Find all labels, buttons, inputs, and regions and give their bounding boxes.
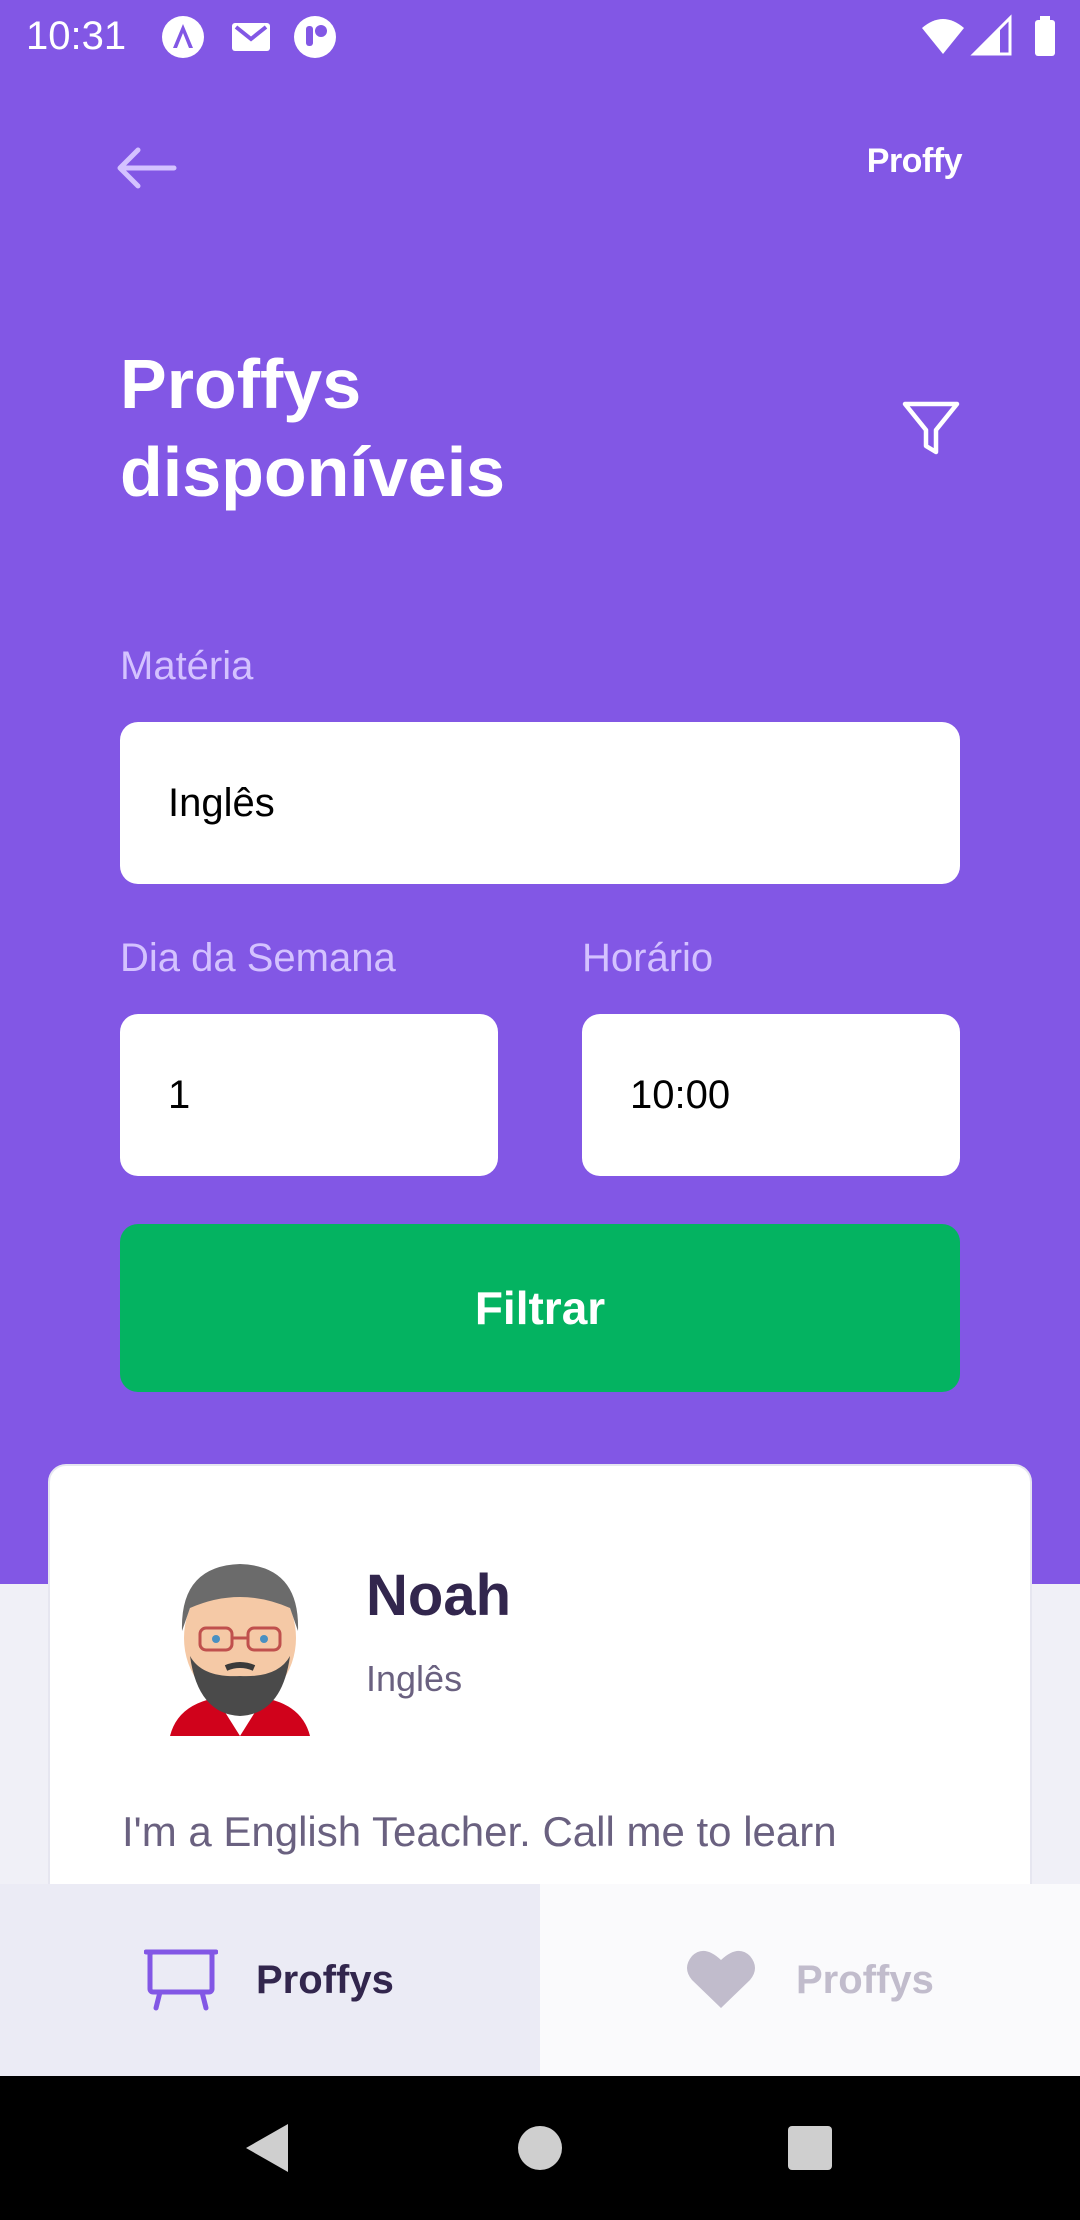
nav-recents-icon[interactable] xyxy=(774,2112,846,2184)
wifi-icon xyxy=(922,19,964,54)
teacher-subject: Inglês xyxy=(366,1658,463,1699)
heart-icon xyxy=(687,1950,755,2008)
easel-icon xyxy=(144,1949,218,2011)
tab-proffys-label: Proffys xyxy=(256,1958,394,2002)
filter-submit-button[interactable]: Filtrar xyxy=(120,1224,960,1392)
filter-icon[interactable] xyxy=(900,398,962,460)
nav-back-icon[interactable] xyxy=(232,2112,304,2184)
tab-proffys[interactable]: Proffys xyxy=(0,1884,540,2076)
page-title-line1: Proffys xyxy=(120,345,362,423)
back-button[interactable] xyxy=(112,138,182,198)
weekday-label: Dia da Semana xyxy=(120,936,396,980)
status-time: 10:31 xyxy=(26,14,127,58)
system-nav-bar xyxy=(0,2076,1080,2220)
subject-label: Matéria xyxy=(120,644,254,688)
teacher-bio: I'm a English Teacher. Call me to learn xyxy=(122,1808,837,1855)
teacher-name: Noah xyxy=(366,1563,511,1628)
tab-favorites[interactable]: Proffys xyxy=(540,1884,1080,2076)
avatar xyxy=(170,1564,310,1736)
subject-input[interactable] xyxy=(120,722,960,884)
signal-icon xyxy=(970,14,1012,56)
tab-bar: Proffys Proffys xyxy=(0,1884,1080,2076)
screen: 10:31 Proffy Proffys disponíveis Matéria… xyxy=(0,0,1080,2220)
time-input[interactable] xyxy=(582,1014,960,1176)
status-bar: 10:31 xyxy=(0,0,1080,72)
tab-favorites-label: Proffys xyxy=(796,1958,934,2002)
nav-home-icon[interactable] xyxy=(504,2112,576,2184)
brand-logo: Proffy xyxy=(866,142,963,180)
page-title: Proffys disponíveis xyxy=(120,340,760,516)
gmail-icon xyxy=(232,23,270,51)
page-title-line2: disponíveis xyxy=(120,433,506,511)
battery-icon xyxy=(1035,16,1055,56)
app-icon xyxy=(294,16,336,58)
time-label: Horário xyxy=(582,936,714,980)
weekday-input[interactable] xyxy=(120,1014,498,1176)
apollo-icon xyxy=(162,16,204,58)
